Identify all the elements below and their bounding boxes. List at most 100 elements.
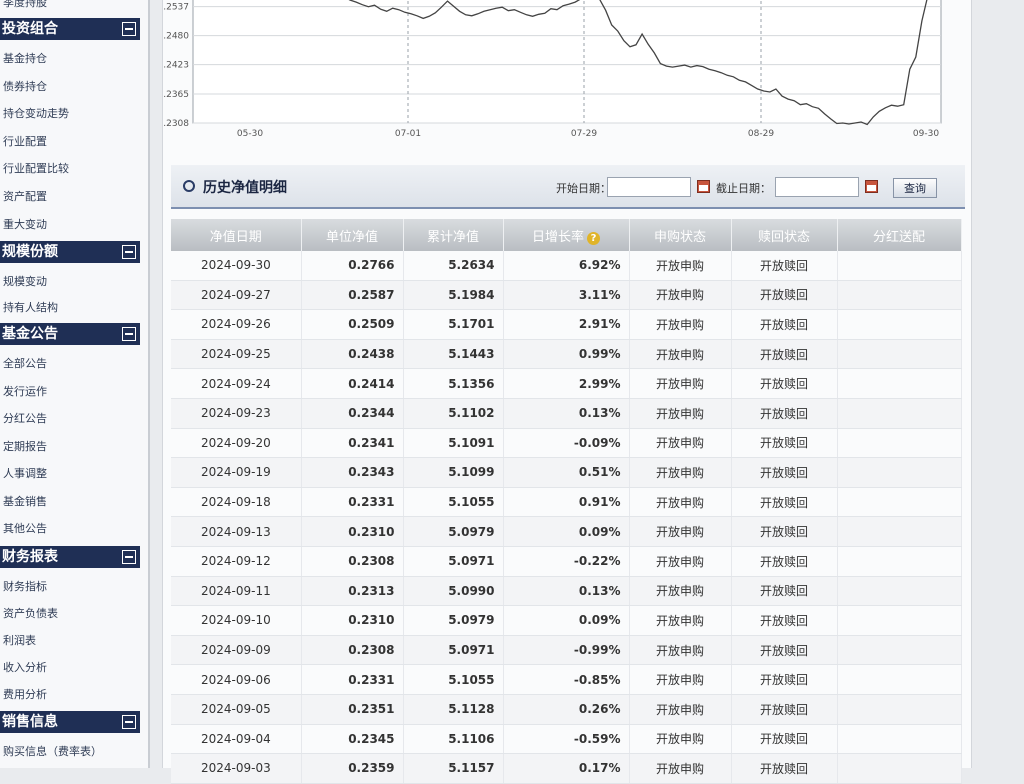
- sidebar-item[interactable]: 重大变动: [3, 216, 47, 234]
- purchase-status-cell: 开放申购: [629, 694, 732, 725]
- dividend-cell: [837, 457, 962, 488]
- help-icon[interactable]: ?: [587, 231, 600, 245]
- sidebar-item[interactable]: 持仓变动走势: [3, 105, 69, 123]
- sidebar-item[interactable]: 债券持仓: [3, 78, 47, 96]
- history-panel-header: 历史净值明细 开始日期： 截止日期： 查询: [171, 165, 965, 209]
- collapse-icon[interactable]: [122, 550, 136, 564]
- unit-nav-cell: 0.2313: [301, 576, 404, 607]
- unit-nav-cell: 0.2331: [301, 487, 404, 518]
- daily-growth-cell: 3.11%: [503, 280, 630, 311]
- chart-y-tick-label: 0.2365: [163, 90, 189, 100]
- sidebar-section-header[interactable]: 财务报表: [0, 546, 140, 568]
- column-header-label: 累计净值: [426, 229, 479, 245]
- panel-title: 历史净值明细: [203, 180, 287, 196]
- nav-date-cell: 2024-09-06: [171, 664, 302, 695]
- dividend-cell: [837, 280, 962, 311]
- cumulative-nav-cell: 5.1701: [403, 309, 504, 340]
- cumulative-nav-cell: 5.0979: [403, 516, 504, 547]
- sidebar-item[interactable]: 基金销售: [3, 493, 47, 511]
- cumulative-nav-cell: 5.1102: [403, 398, 504, 429]
- sidebar-item[interactable]: 基金持仓: [3, 50, 47, 68]
- collapse-icon[interactable]: [122, 22, 136, 36]
- unit-nav-cell: 0.2331: [301, 664, 404, 695]
- sidebar-section-header[interactable]: 投资组合: [0, 18, 140, 40]
- unit-nav-cell: 0.2308: [301, 635, 404, 666]
- redeem-status-cell: 开放赎回: [731, 753, 838, 784]
- daily-growth-cell: 0.51%: [503, 457, 630, 488]
- sidebar-item[interactable]: 持有人结构: [3, 299, 58, 317]
- nav-date-cell: 2024-09-24: [171, 368, 302, 399]
- redeem-status-cell: 开放赎回: [731, 398, 838, 429]
- chart-y-tick-label: 0.2480: [163, 32, 189, 42]
- sidebar-item[interactable]: 利润表: [3, 632, 36, 650]
- sidebar-item[interactable]: 其他公告: [3, 520, 47, 538]
- table-row: 2024-09-26 0.2509 5.1701 2.91% 开放申购 开放赎回: [171, 309, 962, 340]
- nav-date-cell: 2024-09-26: [171, 309, 302, 340]
- sidebar-item[interactable]: 规模变动: [3, 273, 47, 291]
- start-date-input[interactable]: [607, 177, 691, 197]
- redeem-status-cell: 开放赎回: [731, 635, 838, 666]
- collapse-icon[interactable]: [122, 715, 136, 729]
- sidebar-section-header[interactable]: 销售信息: [0, 711, 140, 733]
- table-row: 2024-09-10 0.2310 5.0979 0.09% 开放申购 开放赎回: [171, 605, 962, 636]
- purchase-status-cell: 开放申购: [629, 664, 732, 695]
- sidebar-item[interactable]: 发行运作: [3, 383, 47, 401]
- dividend-cell: [837, 339, 962, 370]
- column-header-label: 分红送配: [872, 229, 925, 245]
- table-row: 2024-09-18 0.2331 5.1055 0.91% 开放申购 开放赎回: [171, 487, 962, 518]
- sidebar-item[interactable]: 定期报告: [3, 438, 47, 456]
- table-row: 2024-09-04 0.2345 5.1106 -0.59% 开放申购 开放赎回: [171, 724, 962, 755]
- table-header-row: 净值日期 单位净值 累计净值 日增长率? 申购状态 赎回状态 分红送配: [171, 219, 962, 251]
- purchase-status-cell: 开放申购: [629, 605, 732, 636]
- column-header-label: 申购状态: [653, 229, 706, 245]
- nav-line-chart: 0.2537 0.2480 0.2423 0.2365 0.2308 05-30 07-0…: [163, 0, 942, 139]
- nav-date-cell: 2024-09-03: [171, 753, 302, 784]
- calendar-icon[interactable]: [697, 180, 710, 193]
- purchase-status-cell: 开放申购: [629, 398, 732, 429]
- sidebar-item-top[interactable]: 季度持股: [3, 0, 47, 12]
- dividend-cell: [837, 368, 962, 399]
- sidebar-item[interactable]: 人事调整: [3, 465, 47, 483]
- query-button[interactable]: 查询: [893, 178, 937, 198]
- purchase-status-cell: 开放申购: [629, 487, 732, 518]
- sidebar-item[interactable]: 费用分析: [3, 686, 47, 704]
- sidebar-item[interactable]: 购买信息（费率表）: [3, 743, 102, 761]
- sidebar-item[interactable]: 分红公告: [3, 410, 47, 428]
- column-header: 单位净值: [301, 219, 404, 251]
- unit-nav-cell: 0.2359: [301, 753, 404, 784]
- dividend-cell: [837, 251, 962, 281]
- column-header-label: 净值日期: [209, 229, 262, 245]
- sidebar-item[interactable]: 行业配置比较: [3, 160, 69, 178]
- sidebar-item[interactable]: 收入分析: [3, 659, 47, 677]
- sidebar-section-header[interactable]: 基金公告: [0, 323, 140, 345]
- cumulative-nav-cell: 5.2634: [403, 251, 504, 281]
- daily-growth-cell: 2.91%: [503, 309, 630, 340]
- sidebar-item[interactable]: 全部公告: [3, 355, 47, 373]
- sidebar-item[interactable]: 资产负债表: [3, 605, 58, 623]
- purchase-status-cell: 开放申购: [629, 457, 732, 488]
- end-date-input[interactable]: [775, 177, 859, 197]
- sidebar-section-title: 基金公告: [2, 326, 58, 342]
- sidebar-item[interactable]: 财务指标: [3, 578, 47, 596]
- sidebar-item[interactable]: 行业配置: [3, 133, 47, 151]
- dividend-cell: [837, 724, 962, 755]
- redeem-status-cell: 开放赎回: [731, 368, 838, 399]
- nav-date-cell: 2024-09-10: [171, 605, 302, 636]
- redeem-status-cell: 开放赎回: [731, 428, 838, 459]
- table-row: 2024-09-12 0.2308 5.0971 -0.22% 开放申购 开放赎回: [171, 546, 962, 577]
- nav-date-cell: 2024-09-30: [171, 251, 302, 281]
- unit-nav-cell: 0.2344: [301, 398, 404, 429]
- calendar-icon[interactable]: [865, 180, 878, 193]
- sidebar-section-header[interactable]: 规模份额: [0, 241, 140, 263]
- collapse-icon[interactable]: [122, 245, 136, 259]
- collapse-icon[interactable]: [122, 327, 136, 341]
- chart-y-tick-label: 0.2308: [163, 119, 189, 129]
- cumulative-nav-cell: 5.1984: [403, 280, 504, 311]
- daily-growth-cell: -0.09%: [503, 428, 630, 459]
- dividend-cell: [837, 694, 962, 725]
- cumulative-nav-cell: 5.1106: [403, 724, 504, 755]
- purchase-status-cell: 开放申购: [629, 724, 732, 755]
- sidebar-item[interactable]: 资产配置: [3, 188, 47, 206]
- purchase-status-cell: 开放申购: [629, 251, 732, 281]
- unit-nav-cell: 0.2343: [301, 457, 404, 488]
